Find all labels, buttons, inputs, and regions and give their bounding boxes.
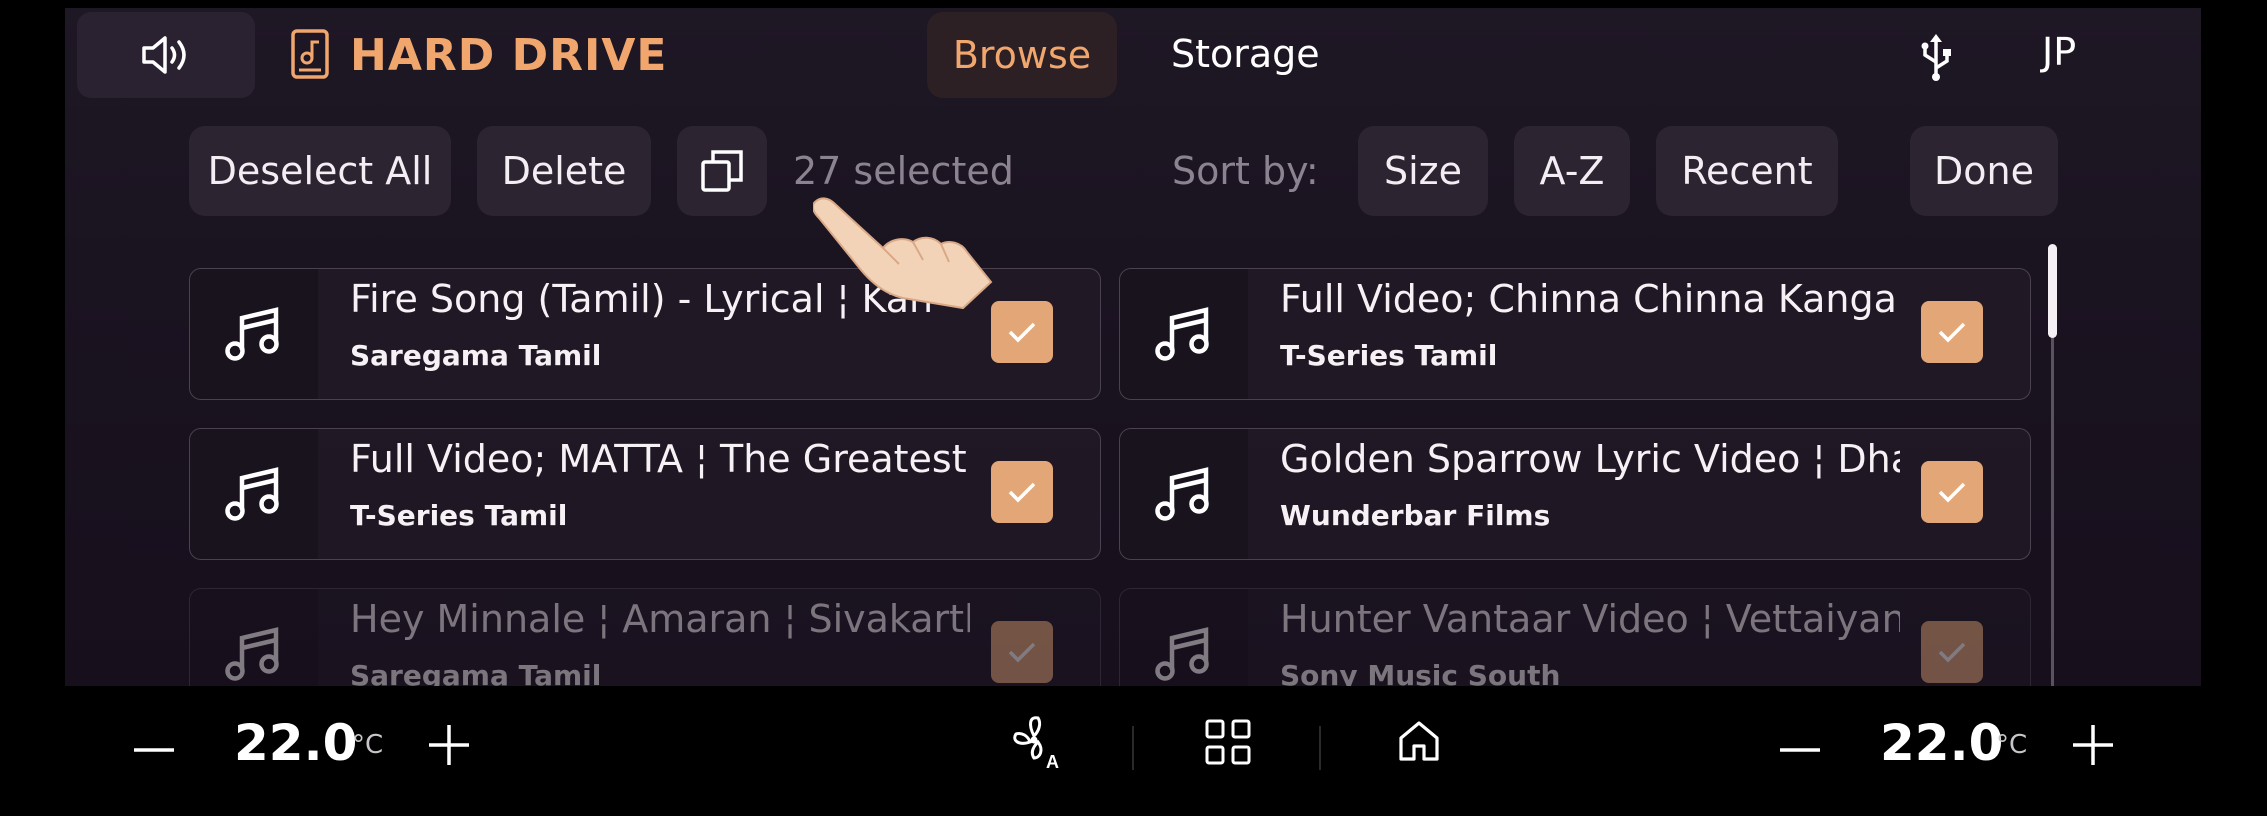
checkmark-icon <box>1008 322 1036 343</box>
right-temperature: 22.0 <box>1880 714 2004 772</box>
sort-recent-button[interactable]: Recent <box>1656 126 1838 216</box>
track-checkbox[interactable] <box>1921 621 1983 683</box>
delete-button[interactable]: Delete <box>477 126 651 216</box>
track-checkbox[interactable] <box>991 301 1053 363</box>
divider <box>1319 726 1321 770</box>
track-artist: T-Series Tamil <box>350 499 568 532</box>
volume-button[interactable] <box>77 12 255 98</box>
divider <box>1132 726 1134 770</box>
left-temperature: 22.0 <box>234 714 358 772</box>
right-temp-unit: °C <box>1996 730 2028 760</box>
apps-grid-icon[interactable] <box>1204 718 1252 766</box>
checkmark-icon <box>1008 482 1036 503</box>
tab-storage[interactable]: Storage <box>1171 32 1320 76</box>
plus-icon[interactable] <box>424 720 474 770</box>
track-title: Full Video; Chinna Chinna Kangal <box>1280 277 1900 321</box>
track-title: Hey Minnale ¦ Amaran ¦ Sivakarthi <box>350 597 970 641</box>
track-artist: Saregama Tamil <box>350 659 602 686</box>
copy-button[interactable] <box>677 126 767 216</box>
hard-drive-icon <box>291 29 329 79</box>
track-title: Full Video; MATTA ¦ The Greatest <box>350 437 967 481</box>
sort-by-label: Sort by: <box>1172 149 1319 193</box>
usb-icon[interactable] <box>1916 32 1956 82</box>
track-title: Hunter Vantaar Video ¦ Vettaiyan <box>1280 597 1900 641</box>
track-checkbox[interactable] <box>1921 461 1983 523</box>
checkmark-icon <box>1938 642 1966 663</box>
list-item[interactable]: Hunter Vantaar Video ¦ Vettaiyan Sony Mu… <box>1119 588 2031 686</box>
music-note-icon <box>1155 467 1209 521</box>
checkmark-icon <box>1008 642 1036 663</box>
track-checkbox[interactable] <box>1921 301 1983 363</box>
minus-icon[interactable] <box>130 726 178 774</box>
track-checkbox[interactable] <box>991 621 1053 683</box>
media-screen: HARD DRIVE Browse Storage JP Deselect Al… <box>65 8 2201 686</box>
fan-auto-icon[interactable]: A <box>1008 714 1064 770</box>
checkmark-icon <box>1938 482 1966 503</box>
sort-az-button[interactable]: A-Z <box>1514 126 1630 216</box>
left-temp-unit: °C <box>352 730 384 760</box>
climate-bar: 22.0 °C A 22.0 °C <box>0 686 2267 816</box>
page-title: HARD DRIVE <box>350 30 668 81</box>
track-title: Golden Sparrow Lyric Video ¦ Dhan <box>1280 437 1900 481</box>
track-artist: Wunderbar Films <box>1280 499 1551 532</box>
tab-browse[interactable]: Browse <box>927 12 1117 98</box>
minus-icon[interactable] <box>1776 726 1824 774</box>
scrollbar-thumb[interactable] <box>2048 244 2057 338</box>
music-note-icon <box>225 307 279 361</box>
list-item[interactable]: Full Video; Chinna Chinna Kangal T-Serie… <box>1119 268 2031 400</box>
track-checkbox[interactable] <box>991 461 1053 523</box>
sort-size-button[interactable]: Size <box>1358 126 1488 216</box>
tap-hand-icon <box>813 197 993 310</box>
deselect-all-button[interactable]: Deselect All <box>189 126 451 216</box>
track-artist: T-Series Tamil <box>1280 339 1498 372</box>
list-item[interactable]: Hey Minnale ¦ Amaran ¦ Sivakarthi Sarega… <box>189 588 1101 686</box>
music-note-icon <box>1155 307 1209 361</box>
speaker-icon <box>142 36 186 74</box>
list-item[interactable]: Full Video; MATTA ¦ The Greatest T-Serie… <box>189 428 1101 560</box>
svg-text:A: A <box>1046 752 1059 770</box>
plus-icon[interactable] <box>2068 720 2118 770</box>
home-icon[interactable] <box>1396 718 1442 764</box>
list-item[interactable]: Golden Sparrow Lyric Video ¦ Dhan Wunder… <box>1119 428 2031 560</box>
done-button[interactable]: Done <box>1910 126 2058 216</box>
track-artist: Saregama Tamil <box>350 339 602 372</box>
music-note-icon <box>225 627 279 681</box>
selected-count: 27 selected <box>793 149 1014 193</box>
music-note-icon <box>225 467 279 521</box>
checkmark-icon <box>1938 322 1966 343</box>
track-artist: Sony Music South <box>1280 659 1561 686</box>
language-indicator[interactable]: JP <box>2042 30 2076 74</box>
copy-icon <box>701 150 743 192</box>
music-note-icon <box>1155 627 1209 681</box>
